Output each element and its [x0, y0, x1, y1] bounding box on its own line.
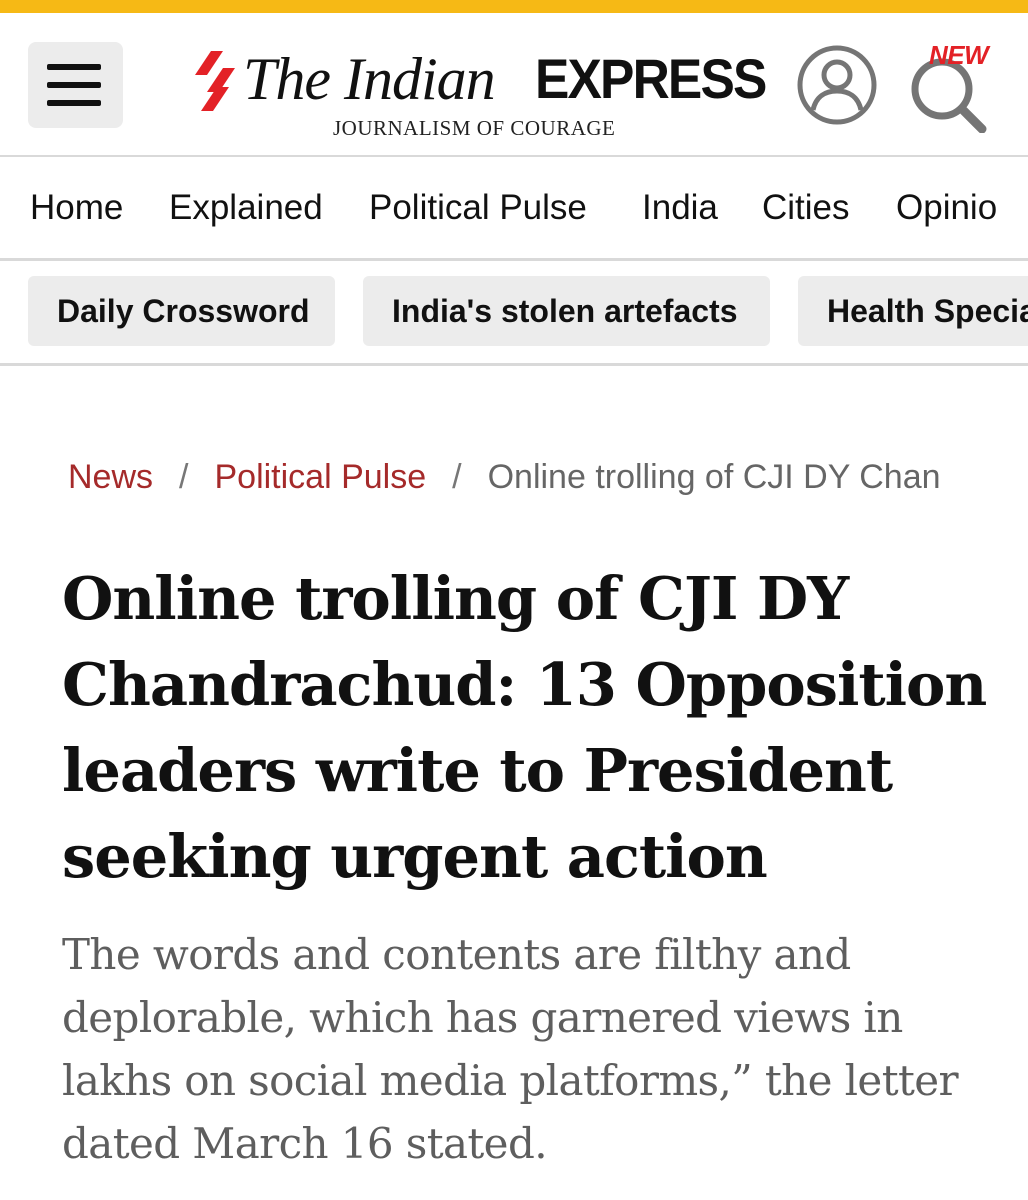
site-logo[interactable]: The Indian EXPRESS JOURNALISM OF COURAGE	[193, 37, 773, 147]
chip-stolen-artefacts[interactable]: India's stolen artefacts	[363, 276, 770, 346]
logo-name-part1: The Indian	[243, 46, 496, 112]
nav-item-opinion[interactable]: Opinio	[896, 187, 997, 229]
chip-health-specials[interactable]: Health Specia	[798, 276, 1028, 346]
top-accent-strip	[0, 0, 1028, 13]
article-headline: Online trolling of CJI DY Chandrachud: 1…	[62, 564, 987, 891]
article-standfirst: The words and contents are filthy and de…	[62, 930, 959, 1168]
nav-item-india[interactable]: India	[642, 187, 718, 229]
site-header: The Indian EXPRESS JOURNALISM OF COURAGE…	[0, 13, 1028, 157]
chip-daily-crossword[interactable]: Daily Crossword	[28, 276, 335, 346]
nav-item-explained[interactable]: Explained	[169, 187, 323, 229]
breadcrumb-separator: /	[452, 458, 462, 496]
topic-chips: Daily Crossword India's stolen artefacts…	[0, 261, 1028, 366]
hamburger-menu-icon[interactable]	[28, 42, 123, 128]
breadcrumb-news[interactable]: News	[68, 458, 153, 496]
logo-tagline: JOURNALISM OF COURAGE	[333, 116, 616, 140]
breadcrumb-separator: /	[179, 458, 189, 496]
nav-item-political-pulse[interactable]: Political Pulse	[369, 187, 587, 229]
breadcrumb-political-pulse[interactable]: Political Pulse	[214, 458, 426, 496]
new-badge: NEW	[929, 40, 989, 70]
nav-item-cities[interactable]: Cities	[762, 187, 850, 229]
logo-mark-icon	[195, 51, 235, 111]
logo-name-part2: EXPRESS	[535, 47, 767, 110]
breadcrumb: News / Political Pulse / Online trolling of …	[68, 455, 1028, 499]
main-nav: Home Explained Political Pulse India Cit…	[0, 157, 1028, 261]
breadcrumb-current: Online trolling of CJI DY Chan	[487, 458, 941, 496]
nav-item-home[interactable]: Home	[30, 187, 123, 229]
user-account-icon[interactable]	[796, 44, 878, 126]
